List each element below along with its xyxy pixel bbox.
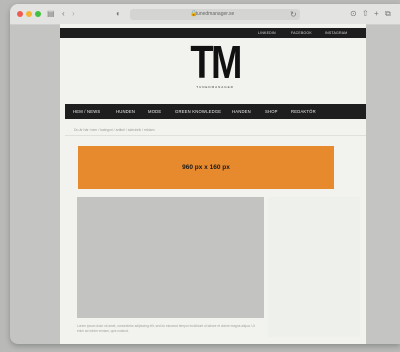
share-icon[interactable]: ⇧ [362, 9, 369, 19]
sidebar-icon[interactable]: ▤ [47, 9, 55, 19]
sidebar-column [268, 197, 360, 337]
main-navigation: HEM / NEWS HUNDEN MODE GREEN KNOWLEDGE H… [65, 104, 366, 119]
linkedin-link[interactable]: LINKEDIN [258, 30, 276, 36]
close-window-button[interactable] [17, 11, 23, 17]
minimize-window-button[interactable] [26, 11, 32, 17]
ad-banner[interactable]: 960 px x 160 px [78, 146, 334, 189]
nav-item-green-knowledge[interactable]: GREEN KNOWLEDGE [175, 109, 221, 115]
nav-item-mode[interactable]: MODE [148, 109, 161, 115]
download-icon[interactable]: ⊙ [350, 9, 357, 19]
divider [65, 135, 366, 136]
url-text: tunedmanager.se [195, 11, 235, 17]
browser-window: ▤ ‹ › ◐ 🔒 tunedmanager.se ↻ ⊙ ⇧ + ⧉ LINK… [10, 4, 400, 344]
forward-chevron-icon[interactable]: › [72, 9, 75, 19]
tabs-overview-icon[interactable]: ⧉ [385, 9, 391, 19]
nav-item-handen[interactable]: HANDEN [232, 109, 251, 115]
breadcrumb: Du är här: hem / kategori / artikel / si… [74, 128, 155, 132]
nav-item-hunden[interactable]: HUNDEN [116, 109, 135, 115]
plus-icon[interactable]: + [374, 9, 379, 19]
ad-banner-label: 960 px x 160 px [182, 164, 230, 171]
shield-icon[interactable]: ◐ [116, 9, 121, 19]
article-excerpt: Lorem ipsum dolor sit amet, consectetur … [77, 324, 255, 333]
back-chevron-icon[interactable]: ‹ [62, 9, 65, 19]
zoom-window-button[interactable] [35, 11, 41, 17]
address-bar[interactable]: 🔒 tunedmanager.se ↻ [130, 9, 300, 20]
site-logo[interactable]: TM TUNEDMANAGER [185, 36, 245, 89]
facebook-link[interactable]: FACEBOOK [291, 30, 312, 36]
browser-toolbar: ▤ ‹ › ◐ 🔒 tunedmanager.se ↻ ⊙ ⇧ + ⧉ [10, 4, 400, 25]
nav-item-home-news[interactable]: HEM / NEWS [73, 109, 100, 115]
logo-mark: TM [190, 36, 242, 88]
web-page: LINKEDIN FACEBOOK INSTAGRAM TM TUNEDMANA… [60, 24, 366, 344]
nav-item-redaktor[interactable]: REDAKTÖR [291, 109, 316, 115]
instagram-link[interactable]: INSTAGRAM [325, 30, 347, 36]
nav-item-shop[interactable]: SHOP [265, 109, 278, 115]
article-image-placeholder [77, 197, 264, 318]
reload-icon[interactable]: ↻ [290, 10, 297, 20]
